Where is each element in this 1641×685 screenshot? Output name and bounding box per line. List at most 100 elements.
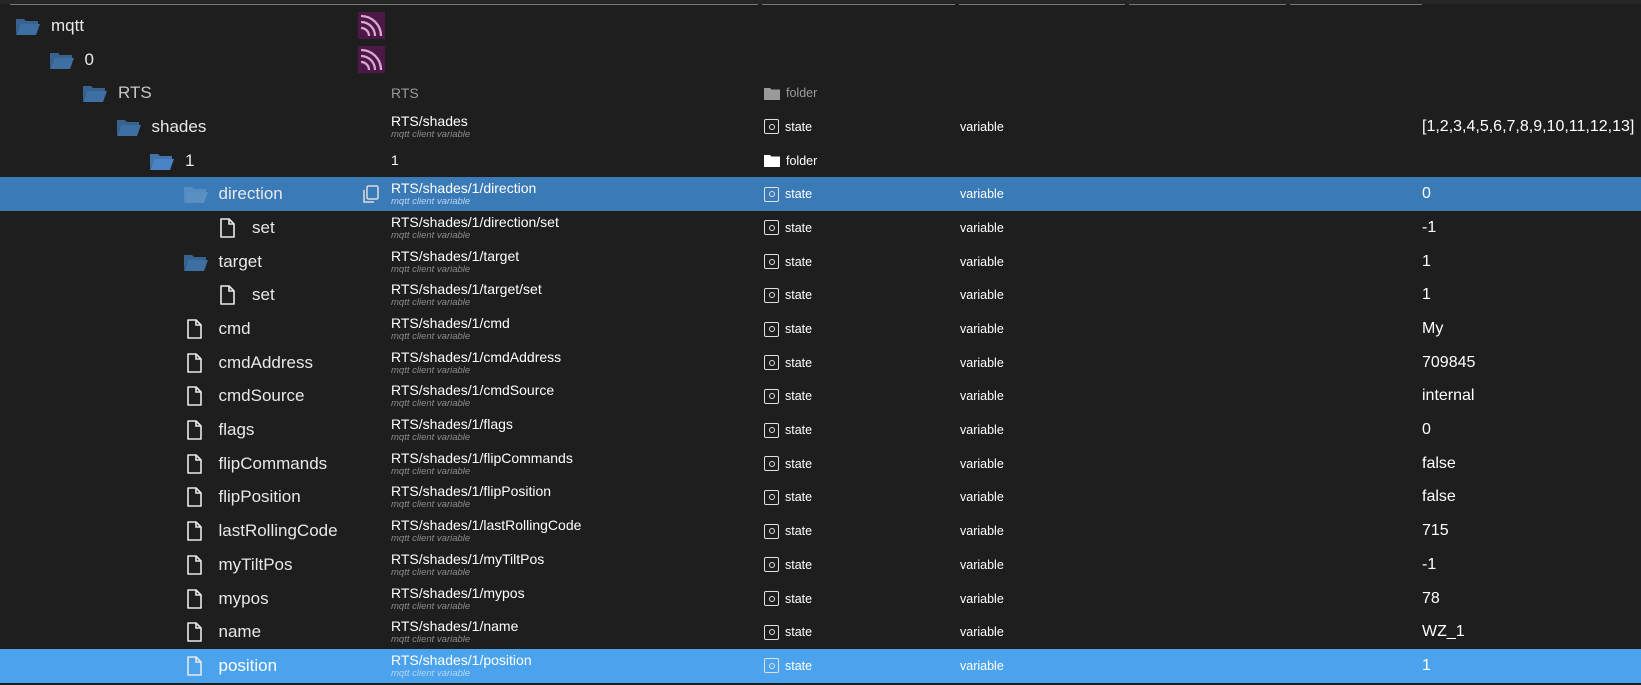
state-type-icon: [764, 388, 779, 404]
tree-row-cmd[interactable]: cmd RTS/shades/1/cmd mqtt client variable s…: [0, 312, 1641, 346]
file-icon[interactable]: [216, 217, 242, 239]
file-icon[interactable]: [183, 520, 209, 542]
state-type-icon: [764, 523, 779, 539]
object-id: RTS/shades/1/mypos: [391, 584, 525, 601]
tree-row-label: lastRollingCode: [218, 521, 338, 541]
object-role[interactable]: variable: [960, 659, 1004, 673]
object-value[interactable]: [1,2,3,4,5,6,7,8,9,10,11,12,13]: [1422, 118, 1634, 136]
object-value[interactable]: -1: [1422, 219, 1436, 237]
object-value[interactable]: 709845: [1422, 354, 1475, 372]
state-type-icon: [764, 287, 779, 303]
object-value[interactable]: 715: [1422, 522, 1449, 540]
object-type: state: [785, 389, 813, 404]
object-type: state: [785, 187, 813, 202]
object-value[interactable]: false: [1422, 455, 1456, 473]
tree-row-cmdsource[interactable]: cmdSource RTS/shades/1/cmdSource mqtt clie…: [0, 380, 1641, 414]
folder-open-icon[interactable]: [183, 251, 209, 273]
object-role[interactable]: variable: [960, 120, 1004, 134]
tree-row-label: mypos: [218, 588, 269, 608]
object-value[interactable]: 78: [1422, 590, 1440, 608]
tree-row-label: cmd: [218, 319, 251, 339]
object-id: RTS/shades/1/cmdSource: [391, 382, 555, 399]
column-header-function[interactable]: [1290, 0, 1422, 5]
tree-row-flipposition[interactable]: flipPosition RTS/shades/1/flipPosition mqt…: [0, 481, 1641, 515]
object-type: state: [785, 456, 813, 471]
tree-row-target[interactable]: target RTS/shades/1/target mqtt client var…: [0, 245, 1641, 279]
folder-open-icon[interactable]: [82, 82, 108, 104]
tree-row-position[interactable]: position RTS/shades/1/position mqtt client…: [0, 649, 1641, 683]
object-type: state: [785, 658, 813, 673]
object-role[interactable]: variable: [960, 322, 1004, 336]
tree-row-0[interactable]: 0: [0, 43, 1641, 77]
object-id: 1: [391, 152, 399, 169]
tree-row-name[interactable]: name RTS/shades/1/name mqtt client variabl…: [0, 615, 1641, 649]
tree-row-flags[interactable]: flags RTS/shades/1/flags mqtt client varia…: [0, 413, 1641, 447]
state-type-icon: [764, 355, 779, 371]
copy-id-icon[interactable]: [361, 184, 381, 204]
file-icon[interactable]: [183, 554, 209, 576]
file-icon[interactable]: [183, 655, 209, 677]
file-icon[interactable]: [183, 318, 209, 340]
object-role[interactable]: variable: [960, 558, 1004, 572]
tree-row-rts[interactable]: RTS RTS folder: [0, 76, 1641, 110]
object-role[interactable]: variable: [960, 187, 1004, 201]
object-role[interactable]: variable: [960, 221, 1004, 235]
object-type: state: [785, 322, 813, 337]
object-value[interactable]: 1: [1422, 253, 1431, 271]
file-icon[interactable]: [183, 588, 209, 610]
object-value[interactable]: false: [1422, 488, 1456, 506]
file-icon[interactable]: [183, 486, 209, 508]
column-header-type[interactable]: [762, 0, 955, 5]
tree-row-shades[interactable]: shades RTS/shades mqtt client variable stat…: [0, 110, 1641, 144]
object-value[interactable]: 1: [1422, 657, 1431, 675]
folder-open-icon[interactable]: [15, 15, 41, 37]
object-value[interactable]: -1: [1422, 556, 1436, 574]
object-description: mqtt client variable: [391, 465, 471, 477]
tree-row-lastrollingcode[interactable]: lastRollingCode RTS/shades/1/lastRollingC…: [0, 514, 1641, 548]
folder-open-icon[interactable]: [49, 49, 75, 71]
file-icon[interactable]: [183, 419, 209, 441]
object-role[interactable]: variable: [960, 490, 1004, 504]
object-value[interactable]: 0: [1422, 185, 1431, 203]
tree-row-flipcommands[interactable]: flipCommands RTS/shades/1/flipCommands mqt…: [0, 447, 1641, 481]
tree-row-set[interactable]: set RTS/shades/1/target/set mqtt client va…: [0, 279, 1641, 313]
object-value[interactable]: 0: [1422, 421, 1431, 439]
tree-row-set[interactable]: set RTS/shades/1/direction/set mqtt client…: [0, 211, 1641, 245]
column-header-room[interactable]: [1129, 0, 1286, 5]
tree-row-label: set: [252, 217, 275, 237]
tree-row-mytiltpos[interactable]: myTiltPos RTS/shades/1/myTiltPos mqtt clie…: [0, 548, 1641, 582]
object-id: RTS/shades/1/name: [391, 618, 519, 635]
file-icon[interactable]: [183, 453, 209, 475]
file-icon[interactable]: [216, 284, 242, 306]
object-description: mqtt client variable: [391, 667, 471, 679]
object-role[interactable]: variable: [960, 356, 1004, 370]
file-icon[interactable]: [183, 385, 209, 407]
object-value[interactable]: internal: [1422, 387, 1474, 405]
object-value[interactable]: WZ_1: [1422, 623, 1465, 641]
object-type: state: [785, 254, 813, 269]
file-icon[interactable]: [183, 621, 209, 643]
object-role[interactable]: variable: [960, 389, 1004, 403]
object-value[interactable]: My: [1422, 320, 1443, 338]
object-role[interactable]: variable: [960, 625, 1004, 639]
object-role[interactable]: variable: [960, 288, 1004, 302]
object-role[interactable]: variable: [960, 524, 1004, 538]
column-header-name[interactable]: [10, 0, 758, 5]
tree-row-cmdaddress[interactable]: cmdAddress RTS/shades/1/cmdAddress mqtt cl…: [0, 346, 1641, 380]
folder-open-icon[interactable]: [149, 150, 175, 172]
folder-open-icon[interactable]: [116, 116, 142, 138]
tree-row-direction[interactable]: direction RTS/shades/1/direction mqtt clie…: [0, 177, 1641, 212]
tree-row-label: cmdAddress: [218, 352, 313, 372]
file-icon[interactable]: [183, 352, 209, 374]
object-value[interactable]: 1: [1422, 286, 1431, 304]
object-role[interactable]: variable: [960, 457, 1004, 471]
object-role[interactable]: variable: [960, 592, 1004, 606]
tree-row-mypos[interactable]: mypos RTS/shades/1/mypos mqtt client varia…: [0, 582, 1641, 616]
object-role[interactable]: variable: [960, 423, 1004, 437]
folder-open-icon[interactable]: [183, 183, 209, 205]
tree-row-1[interactable]: 1 1 folder: [0, 144, 1641, 178]
tree-row-label: 0: [84, 49, 94, 69]
column-header-role[interactable]: [959, 0, 1125, 5]
tree-row-mqtt[interactable]: mqtt: [0, 9, 1641, 43]
object-role[interactable]: variable: [960, 255, 1004, 269]
